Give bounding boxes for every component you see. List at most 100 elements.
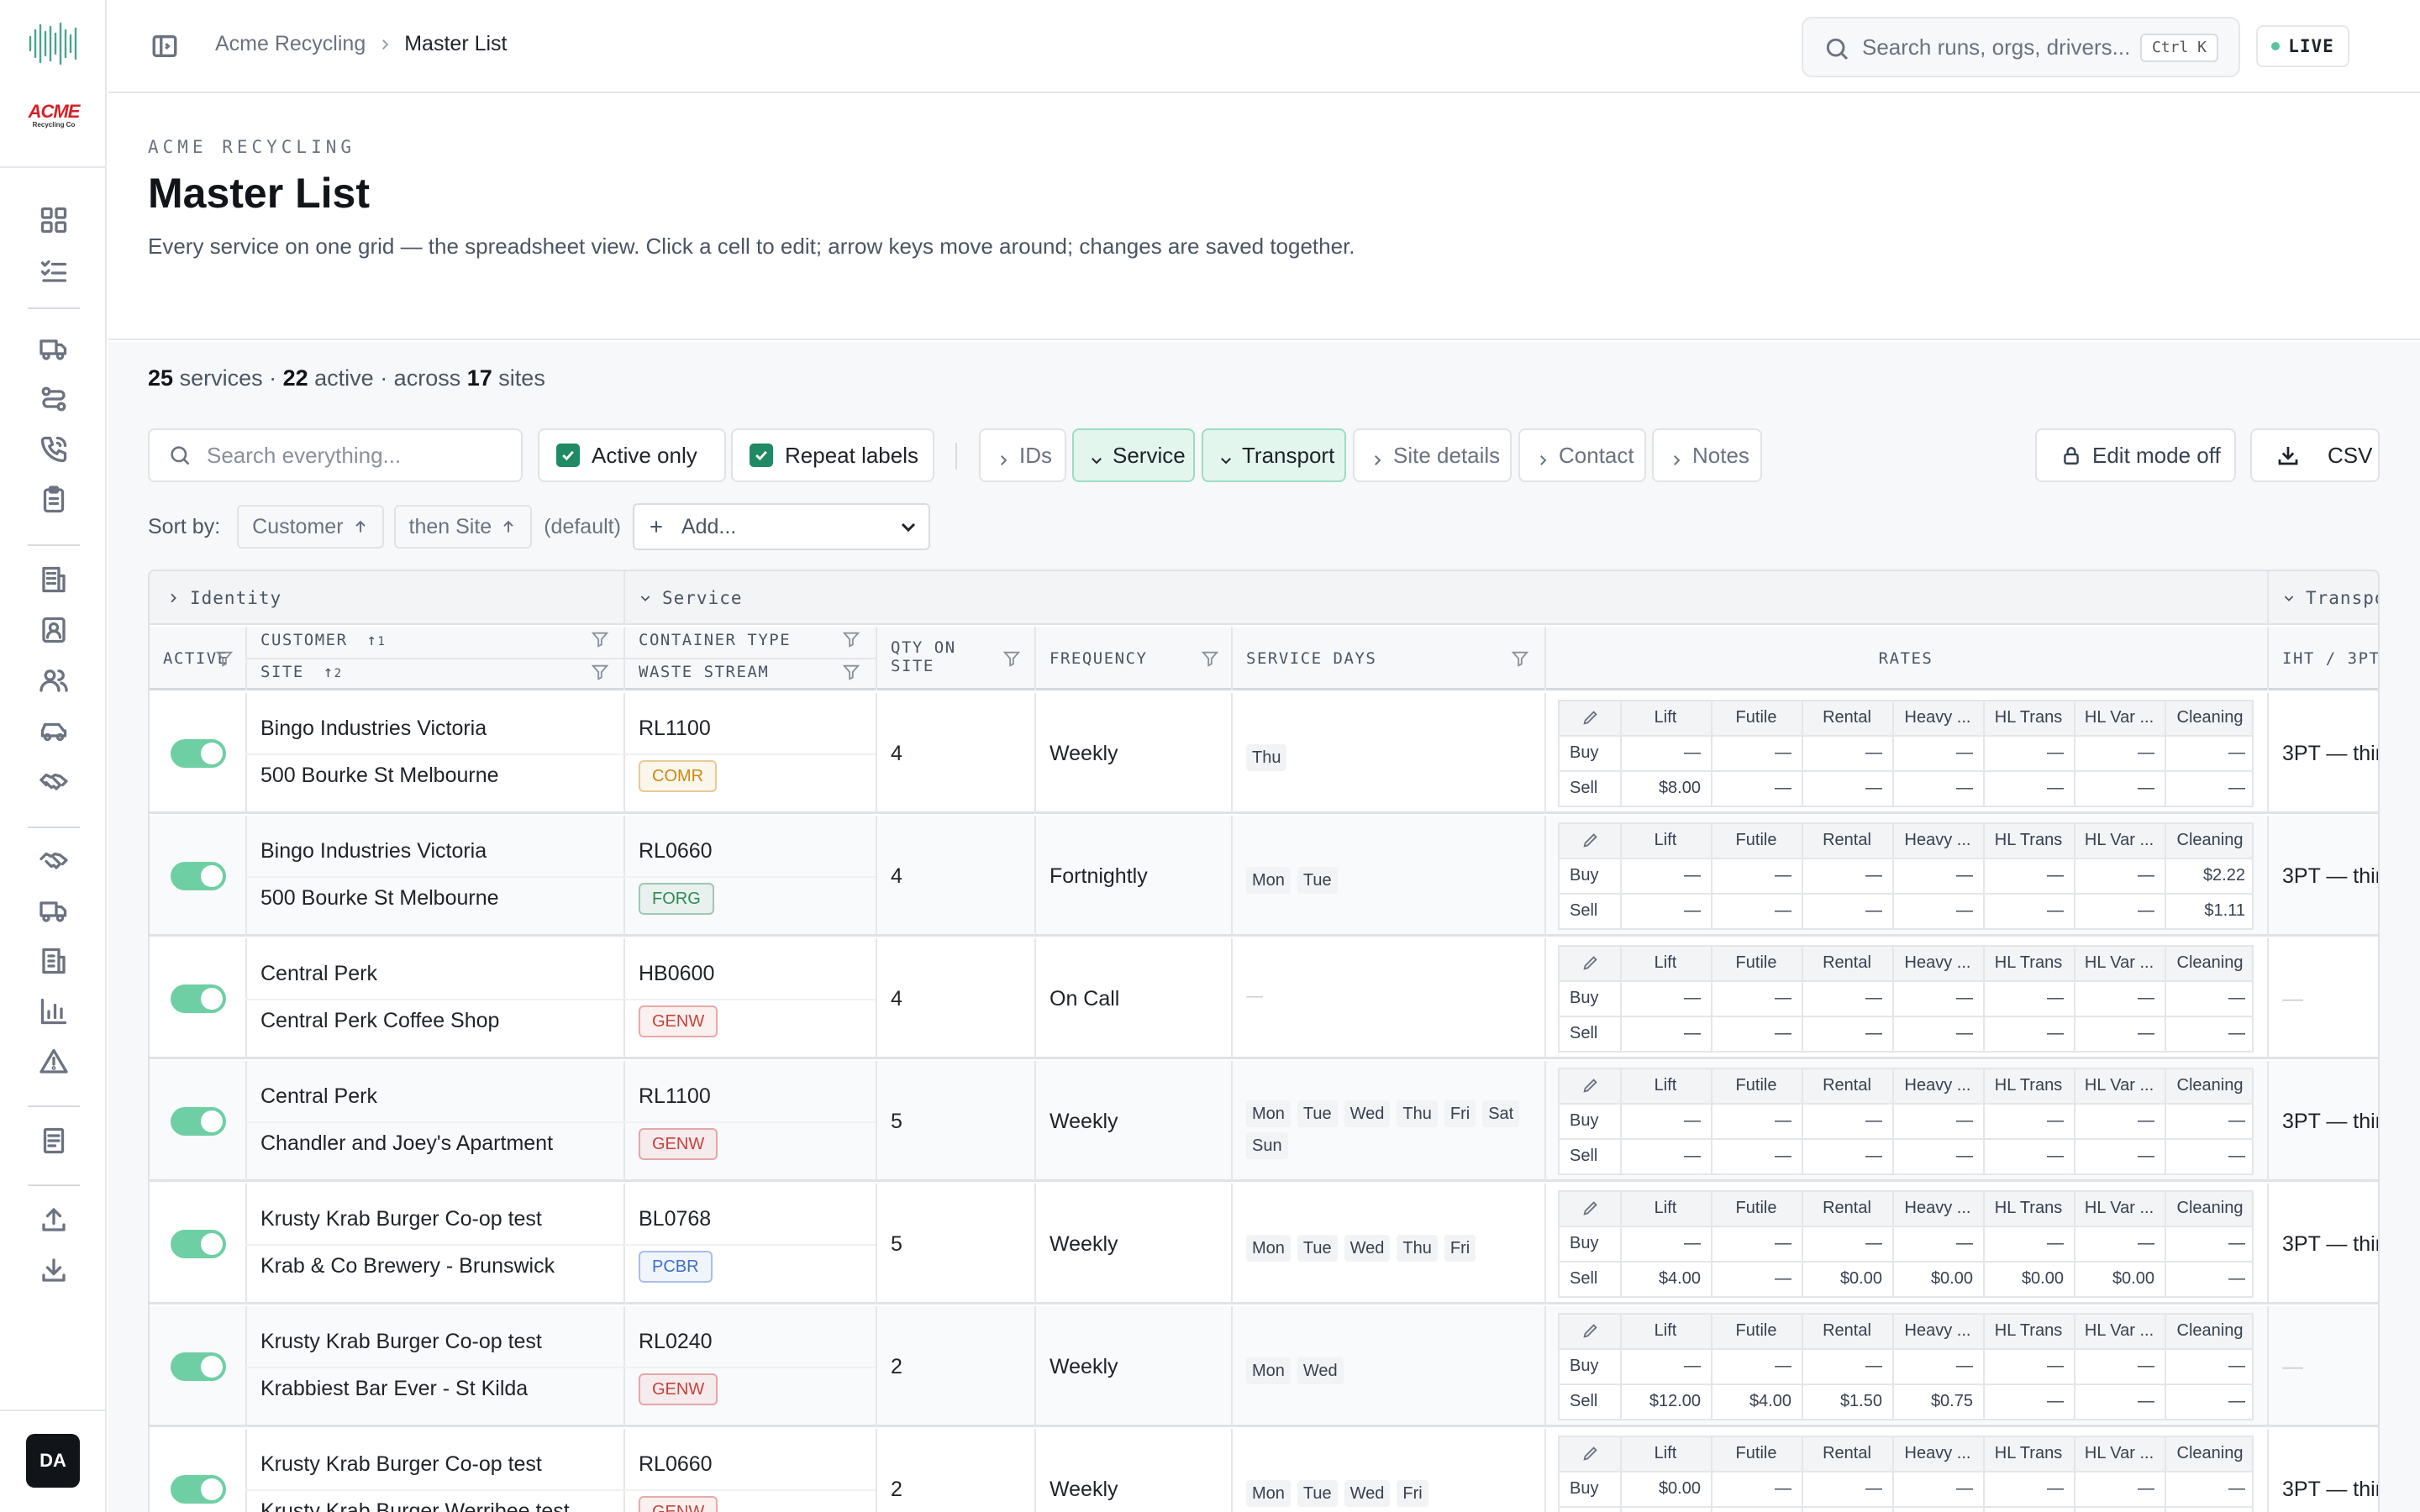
table-row[interactable]: Krusty Krab Burger Co-op test Krabbiest B…	[150, 1306, 2378, 1427]
rate-cell[interactable]: —	[1983, 866, 2064, 885]
rate-cell[interactable]: —	[1892, 1147, 1973, 1166]
rate-cell[interactable]: $1.11	[2165, 901, 2245, 921]
car-icon[interactable]	[39, 716, 69, 746]
rate-cell[interactable]: —	[1983, 1234, 2064, 1253]
waste-stream-badge[interactable]: GENW	[639, 1005, 718, 1037]
service-days-cell[interactable]: Mon Tue	[1246, 863, 1540, 895]
rate-cell[interactable]: —	[1711, 1269, 1791, 1289]
waste-stream-badge[interactable]: GENW	[639, 1373, 718, 1405]
container-type-cell[interactable]: RL1100	[639, 1084, 711, 1109]
rate-cell[interactable]: —	[1802, 989, 1882, 1008]
customer-cell[interactable]: Central Perk	[260, 962, 377, 986]
customer-cell[interactable]: Bingo Industries Victoria	[260, 839, 487, 864]
active-toggle[interactable]	[171, 1475, 226, 1504]
breadcrumb-org[interactable]: Acme Recycling	[215, 32, 366, 56]
rate-cell[interactable]: —	[1620, 1147, 1701, 1166]
sort-chip-customer[interactable]: Customer	[237, 505, 384, 549]
edit-pencil-icon[interactable]	[1581, 1199, 1600, 1217]
site-cell[interactable]: 500 Bourke St Melbourne	[260, 886, 499, 911]
active-toggle[interactable]	[171, 1230, 226, 1258]
column-group-service-toggle[interactable]: Service	[1072, 428, 1195, 482]
rate-cell[interactable]: —	[2165, 743, 2245, 763]
rate-cell[interactable]: $0.00	[2074, 1269, 2154, 1289]
site-cell[interactable]: Chandler and Joey's Apartment	[260, 1131, 553, 1156]
checklist-icon[interactable]	[39, 255, 69, 286]
iht-3pt-cell[interactable]: —	[2282, 1355, 2303, 1379]
iht-3pt-cell[interactable]: 3PT — thir	[2282, 864, 2378, 889]
rate-cell[interactable]: —	[1711, 1357, 1791, 1376]
rate-cell[interactable]: —	[1802, 1479, 1882, 1499]
route-icon[interactable]	[39, 384, 69, 414]
users-icon[interactable]	[39, 665, 69, 696]
iht-3pt-cell[interactable]: 3PT — thir	[2282, 1232, 2378, 1257]
active-toggle[interactable]	[171, 1107, 226, 1136]
iht-3pt-cell[interactable]: —	[2282, 987, 2303, 1011]
contact-card-icon[interactable]	[39, 615, 69, 645]
column-header-site[interactable]: SITE ↑2	[260, 663, 343, 683]
filter-icon[interactable]	[591, 663, 609, 681]
column-group-transport-toggle[interactable]: Transport	[1202, 428, 1346, 482]
rate-cell[interactable]: —	[1802, 901, 1882, 921]
grid-search-input[interactable]: Search everything...	[148, 428, 523, 482]
rate-cell[interactable]: —	[1711, 1479, 1791, 1499]
handshake-alt-icon[interactable]	[39, 845, 69, 875]
rate-cell[interactable]: —	[2074, 1234, 2154, 1253]
rate-cell[interactable]: —	[2074, 1357, 2154, 1376]
rate-cell[interactable]: —	[2165, 1479, 2245, 1499]
column-header-rates[interactable]: RATES	[1544, 649, 2267, 668]
rate-cell[interactable]: —	[1711, 989, 1791, 1008]
rate-cell[interactable]: —	[1711, 779, 1791, 798]
filter-icon[interactable]	[842, 630, 860, 648]
rate-cell[interactable]: —	[1892, 1357, 1973, 1376]
rate-cell[interactable]: $2.22	[2165, 866, 2245, 885]
rate-cell[interactable]: —	[2074, 1024, 2154, 1043]
building-icon[interactable]	[39, 564, 69, 595]
rate-cell[interactable]: —	[1711, 743, 1791, 763]
rate-cell[interactable]: $0.00	[1983, 1269, 2064, 1289]
service-days-cell[interactable]: Mon Tue Wed Thu Fri Sat Sun	[1246, 1096, 1540, 1160]
org-logo[interactable]: ACME Recycling Co	[20, 101, 87, 131]
rate-cell[interactable]: —	[1802, 1111, 1882, 1131]
qty-cell[interactable]: 4	[891, 987, 902, 1011]
table-row[interactable]: Bingo Industries Victoria 500 Bourke St M…	[150, 693, 2378, 814]
rate-cell[interactable]: —	[2074, 989, 2154, 1008]
rate-cell[interactable]: $4.00	[1711, 1392, 1791, 1411]
rate-cell[interactable]: $0.00	[1892, 1269, 1973, 1289]
download-icon[interactable]	[39, 1255, 69, 1285]
rate-cell[interactable]: —	[1983, 989, 2064, 1008]
rate-cell[interactable]: —	[2165, 989, 2245, 1008]
rate-cell[interactable]: —	[2074, 1147, 2154, 1166]
filter-icon[interactable]	[1201, 649, 1219, 668]
active-toggle[interactable]	[171, 739, 226, 768]
rate-cell[interactable]: —	[1892, 989, 1973, 1008]
active-only-checkbox[interactable]: Active only	[538, 428, 726, 482]
table-row[interactable]: Central Perk Central Perk Coffee Shop HB06…	[150, 938, 2378, 1059]
rate-cell[interactable]: —	[1802, 1024, 1882, 1043]
office-icon[interactable]	[39, 946, 69, 976]
add-sort-select[interactable]: Add...	[632, 503, 930, 550]
customer-cell[interactable]: Krusty Krab Burger Co-op test	[260, 1207, 542, 1231]
rate-cell[interactable]: —	[2074, 1392, 2154, 1411]
document-icon[interactable]	[39, 1126, 69, 1156]
clipboard-icon[interactable]	[39, 485, 69, 515]
rate-cell[interactable]: $0.75	[1892, 1392, 1973, 1411]
table-row[interactable]: Bingo Industries Victoria 500 Bourke St M…	[150, 816, 2378, 937]
qty-cell[interactable]: 5	[891, 1110, 902, 1134]
container-type-cell[interactable]: BL0768	[639, 1207, 711, 1231]
site-cell[interactable]: 500 Bourke St Melbourne	[260, 764, 499, 788]
alert-triangle-icon[interactable]	[39, 1047, 69, 1077]
edit-pencil-icon[interactable]	[1581, 831, 1600, 849]
frequency-cell[interactable]: Fortnightly	[1050, 864, 1148, 889]
rate-cell[interactable]: —	[1983, 1357, 2064, 1376]
rate-cell[interactable]: —	[1983, 1147, 2064, 1166]
rate-cell[interactable]: —	[1620, 989, 1701, 1008]
handshake-icon[interactable]	[39, 766, 69, 796]
waste-stream-badge[interactable]: FORG	[639, 883, 714, 915]
group-header-service[interactable]: Service	[639, 571, 743, 625]
rate-cell[interactable]: —	[2165, 1234, 2245, 1253]
qty-cell[interactable]: 2	[891, 1478, 902, 1502]
rate-cell[interactable]: —	[1802, 866, 1882, 885]
site-cell[interactable]: Krab & Co Brewery - Brunswick	[260, 1254, 555, 1278]
rate-cell[interactable]: —	[1620, 743, 1701, 763]
rate-cell[interactable]: —	[1711, 1147, 1791, 1166]
